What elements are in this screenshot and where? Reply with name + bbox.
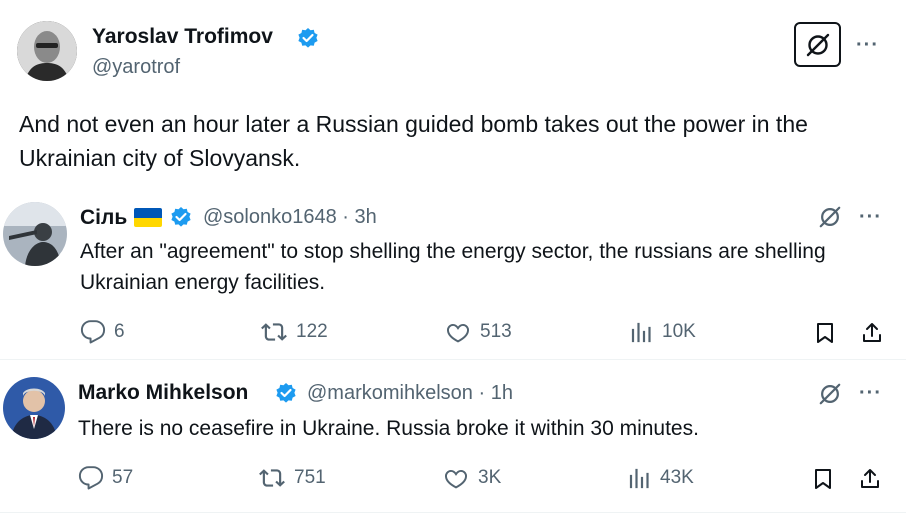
more-options-icon[interactable]: ··· [859,206,882,229]
handle-text[interactable]: @markomihkelson [307,382,473,404]
repost-button[interactable]: 122 [260,319,328,345]
reply-count: 57 [112,467,134,488]
repost-count: 751 [294,467,326,488]
separator-dot: · [342,206,349,228]
author-handle: @solonko1648 · 3h [203,206,377,229]
post-text: And not even an hour later a Russian gui… [19,111,808,171]
reply-button[interactable]: 57 [78,465,133,491]
divider [0,512,906,513]
avatar-yaroslav[interactable] [17,21,77,81]
grok-icon [806,33,829,56]
bookmark-button[interactable] [810,318,840,348]
post-time[interactable]: 1h [491,382,513,404]
more-options-icon[interactable]: ··· [859,382,882,405]
post-time[interactable]: 3h [355,206,377,228]
views-count: 10K [662,321,696,342]
repost-count: 122 [296,321,328,342]
separator-dot: · [478,382,486,404]
reply-icon [78,466,104,490]
ukraine-flag-icon [134,208,162,227]
heart-icon [445,469,467,489]
author-name[interactable]: Yaroslav Trofimov [92,25,273,49]
author-handle: @markomihkelson · 1h [307,382,513,405]
verified-badge-icon [276,383,296,403]
share-button[interactable] [855,464,885,494]
handle-text[interactable]: @solonko1648 [203,206,337,228]
grok-icon [819,206,841,228]
author-name[interactable]: Marko Mihkelson [78,381,248,405]
share-icon [863,323,881,342]
views-button[interactable]: 10K [630,319,696,345]
bookmark-button[interactable] [808,464,838,494]
avatar-sil[interactable] [3,202,67,266]
avatar-marko[interactable] [3,377,65,439]
verified-badge-icon [298,28,318,48]
grok-button[interactable] [814,379,846,409]
like-button[interactable]: 513 [444,319,512,345]
repost-icon [261,323,287,341]
share-button[interactable] [857,318,887,348]
like-count: 513 [480,321,512,342]
views-chart-icon [629,468,649,489]
repost-button[interactable]: 751 [258,465,326,491]
like-count: 3K [478,467,502,488]
author-name[interactable]: Сіль [80,206,127,230]
reply-count: 6 [114,321,125,342]
more-options-icon[interactable]: ··· [856,34,879,57]
reply-icon [80,320,106,344]
post-text: After an "agreement" to stop shelling th… [80,240,826,294]
bookmark-icon [817,323,833,343]
share-icon [861,469,879,488]
views-count: 43K [660,467,694,488]
views-button[interactable]: 43K [628,465,694,491]
repost-icon [259,469,285,487]
views-chart-icon [631,322,651,343]
author-handle[interactable]: @yarotrof [92,56,180,79]
heart-icon [447,323,469,343]
reply-button[interactable]: 6 [80,319,125,345]
grok-button[interactable] [814,202,846,232]
bookmark-icon [815,469,831,489]
divider [0,359,906,360]
post-text: There is no ceasefire in Ukraine. Russia… [78,417,699,440]
like-button[interactable]: 3K [442,465,501,491]
verified-badge-icon [171,207,191,227]
grok-button[interactable] [794,22,841,67]
grok-icon [819,383,841,405]
